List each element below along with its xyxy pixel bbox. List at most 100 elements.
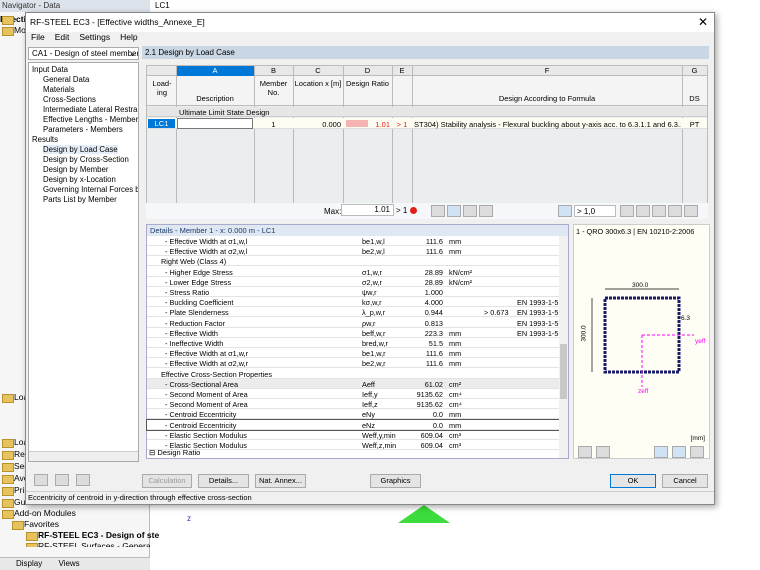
zoom-icon[interactable] xyxy=(690,446,704,458)
tree-item[interactable]: Design by Member xyxy=(43,165,108,174)
detail-name: - Stress Ratio xyxy=(165,288,209,297)
tab-views[interactable]: Views xyxy=(58,559,79,568)
detail-row[interactable]: - Elastic Section ModulusWeff,y,min609.0… xyxy=(147,430,559,440)
export-icon[interactable] xyxy=(76,474,90,486)
ratio-filter-select[interactable]: > 1,0 xyxy=(574,205,616,217)
detail-row[interactable]: - Cross-Sectional AreaAeff61.02cm² xyxy=(147,379,559,389)
menu-settings[interactable]: Settings xyxy=(79,32,110,42)
ratio-display-icon[interactable] xyxy=(558,205,572,217)
tree-item[interactable]: Governing Internal Forces by Member xyxy=(43,185,139,194)
tree-item[interactable]: Intermediate Lateral Restraints xyxy=(43,105,139,114)
detail-row[interactable]: Right Web (Class 4) xyxy=(147,256,559,266)
detail-value: 609.04 xyxy=(421,431,443,440)
graphics-button[interactable]: Graphics xyxy=(370,474,421,488)
design-ratio-group[interactable]: ⊟ Design Ratio xyxy=(147,448,200,457)
detail-row[interactable]: - Plate Slendernessλ_p,w,r0.944> 0.673EN… xyxy=(147,307,559,317)
col-letter-a[interactable]: A xyxy=(176,66,254,75)
tree-item[interactable]: Materials xyxy=(43,85,75,94)
detail-symbol: Ieff,y xyxy=(362,390,378,399)
row-loading[interactable]: LC1 xyxy=(148,119,175,128)
detail-name: - Second Moment of Area xyxy=(165,390,248,399)
detail-row[interactable]: - Centroid EccentricityeNy0.0mm xyxy=(147,409,559,419)
detail-row[interactable]: - Lower Edge Stressσ2,w,r28.89kN/cm² xyxy=(147,277,559,287)
description-input[interactable] xyxy=(177,118,253,129)
tree-item[interactable]: Cross-Sections xyxy=(43,95,96,104)
detail-unit: mm xyxy=(449,421,461,430)
col-letter-c[interactable]: C xyxy=(293,66,343,75)
cancel-button[interactable]: Cancel xyxy=(662,474,708,488)
detail-row[interactable]: - Ineffective Widthbred,w,r51.5mm xyxy=(147,338,559,348)
col-letter-b[interactable]: B xyxy=(254,66,293,75)
nav-item[interactable]: RF-STEEL Surfaces - General stress xyxy=(24,541,150,547)
details-scrollbar[interactable] xyxy=(559,236,568,458)
detail-row[interactable]: - Effective Widthbeff,w,r223.3mmEN 1993-… xyxy=(147,328,559,338)
detail-row[interactable]: - Elastic Section ModulusWeff,z,min609.0… xyxy=(147,440,559,450)
detail-symbol: λ_p,w,r xyxy=(362,308,385,317)
tree-results[interactable]: Results xyxy=(32,135,58,144)
menu-edit[interactable]: Edit xyxy=(55,32,70,42)
tree-item[interactable]: General Data xyxy=(43,75,89,84)
detail-symbol: Weff,y,min xyxy=(362,431,396,440)
member-filter-icon[interactable] xyxy=(447,205,461,217)
col-letter-d[interactable]: D xyxy=(343,66,392,75)
detail-row[interactable]: - Second Moment of AreaIeff,z9135.62cm⁴ xyxy=(147,399,559,409)
ok-button[interactable]: OK xyxy=(610,474,656,488)
color-tool-icon[interactable] xyxy=(463,205,477,217)
section-view-icon[interactable] xyxy=(654,446,668,458)
calculation-button[interactable]: Calculation xyxy=(142,474,192,488)
detail-value: 0.944 xyxy=(425,308,443,317)
detail-row[interactable]: Effective Cross-Section Properties xyxy=(147,369,559,379)
tree-item-selected[interactable]: Design by Load Case xyxy=(43,145,118,154)
filter-tool-icon[interactable] xyxy=(431,205,445,217)
detail-name: - Effective Width at σ1,w,r xyxy=(165,349,248,358)
tree-scrollbar[interactable] xyxy=(29,451,138,461)
menu-file[interactable]: File xyxy=(31,32,45,42)
menu-help[interactable]: Help xyxy=(120,32,137,42)
detail-unit: mm xyxy=(449,349,461,358)
nav-item[interactable]: RF-STEEL EC3 - Design of ste xyxy=(24,530,159,540)
tree-item[interactable]: Design by x-Location xyxy=(43,175,116,184)
excel-export-icon[interactable] xyxy=(652,205,666,217)
tree-item[interactable]: Effective Lengths - Members xyxy=(43,115,139,124)
details-button[interactable]: Details... xyxy=(198,474,249,488)
col-letter-f[interactable]: F xyxy=(412,66,682,75)
nat-annex-button[interactable]: Nat. Annex... xyxy=(255,474,306,488)
nav-item[interactable]: Favorites xyxy=(10,519,59,529)
view-icon[interactable] xyxy=(684,205,698,217)
detail-row[interactable]: - Effective Width at σ2,w,lbe2,w,l111.6m… xyxy=(147,246,559,256)
view-tab-lc1[interactable]: LC1 xyxy=(152,0,182,12)
nav-item[interactable]: Add-on Modules xyxy=(0,508,76,518)
units-label: [mm] xyxy=(691,435,705,442)
header-location: Location x [m] xyxy=(293,79,343,88)
case-select[interactable]: CA1 - Design of steel members⌄ xyxy=(28,47,139,60)
select-tool-icon[interactable] xyxy=(479,205,493,217)
detail-row[interactable]: - Second Moment of AreaIeff,y9135.62cm⁴ xyxy=(147,389,559,399)
detail-row[interactable]: - Higher Edge Stressσ1,w,r28.89kN/cm² xyxy=(147,267,559,277)
tree-input-data[interactable]: Input Data xyxy=(32,65,68,74)
col-letter-g[interactable]: G xyxy=(682,66,707,75)
tree-item[interactable]: Parts List by Member xyxy=(43,195,117,204)
detail-row[interactable]: - Stress Ratioψw,r1.000 xyxy=(147,287,559,297)
tree-item[interactable]: Design by Cross-Section xyxy=(43,155,129,164)
import-icon[interactable] xyxy=(55,474,69,486)
detail-row[interactable]: - Centroid EccentricityeNz0.0mm xyxy=(147,420,559,430)
close-icon[interactable]: ✕ xyxy=(698,15,708,29)
detail-name: - Reduction Factor xyxy=(165,319,225,328)
detail-row[interactable]: - Effective Width at σ1,w,rbe1,w,r111.6m… xyxy=(147,348,559,358)
detail-row[interactable]: - Reduction Factorρw,r0.813EN 1993-1-5, xyxy=(147,318,559,328)
detail-row[interactable]: - Buckling Coefficientkσ,w,r4.000EN 1993… xyxy=(147,297,559,307)
dimension-icon[interactable] xyxy=(672,446,686,458)
funnel-icon[interactable] xyxy=(620,205,634,217)
info-icon[interactable] xyxy=(578,446,592,458)
tree-item[interactable]: Parameters - Members xyxy=(43,125,123,134)
col-letter-e[interactable]: E xyxy=(392,66,412,75)
tab-display[interactable]: Display xyxy=(16,559,42,568)
hand-icon[interactable] xyxy=(596,446,610,458)
help-icon[interactable] xyxy=(34,474,48,486)
detail-row[interactable]: - Effective Width at σ1,w,lbe1,w,l111.6m… xyxy=(147,236,559,246)
detail-value: 0.0 xyxy=(433,421,443,430)
detail-unit: mm xyxy=(449,247,461,256)
color-scale-icon[interactable] xyxy=(636,205,650,217)
detail-row[interactable]: - Effective Width at σ2,w,rbe2,w,r111.6m… xyxy=(147,358,559,368)
pointer-icon[interactable] xyxy=(668,205,682,217)
